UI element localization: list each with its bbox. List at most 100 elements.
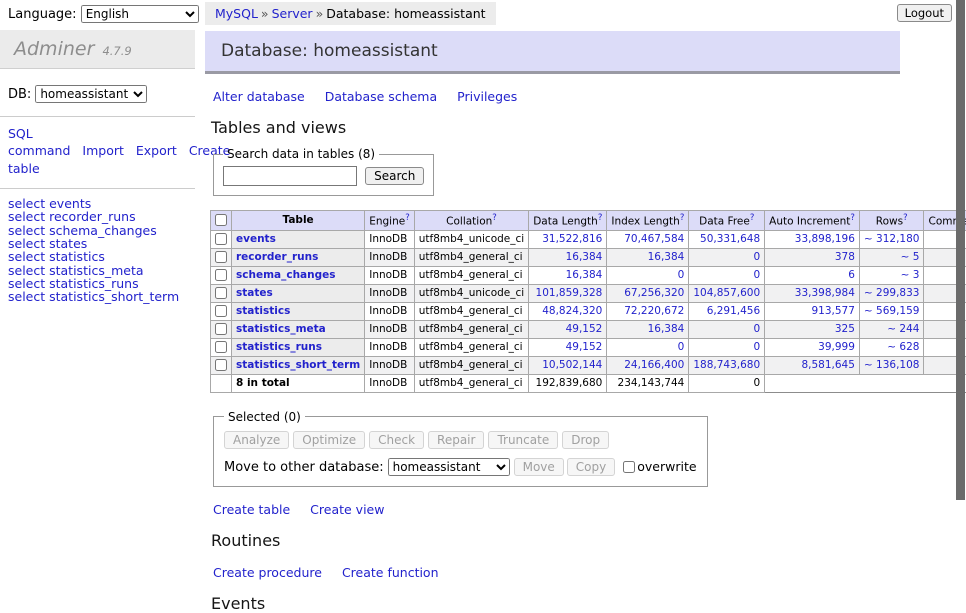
data-free-link[interactable]: 0 — [753, 251, 760, 263]
select-all-checkbox[interactable] — [215, 214, 227, 226]
sidebar-action-export[interactable]: Export — [136, 143, 177, 158]
engine-cell: InnoDB — [365, 356, 415, 374]
data-length-link[interactable]: 16,384 — [566, 251, 603, 263]
data-free-link[interactable]: 0 — [753, 269, 760, 281]
analyze-button[interactable]: Analyze — [224, 431, 289, 449]
drop-button[interactable]: Drop — [562, 431, 609, 449]
auto-increment-link[interactable]: 33,898,196 — [795, 233, 855, 245]
row-checkbox[interactable] — [215, 287, 227, 299]
data-free-link[interactable]: 104,857,600 — [693, 287, 760, 299]
repair-button[interactable]: Repair — [428, 431, 484, 449]
move-db-select[interactable]: homeassistant — [388, 458, 510, 476]
rows-estimate-link[interactable]: ~ 312,180 — [864, 233, 920, 245]
data-length-link[interactable]: 49,152 — [566, 341, 603, 353]
breadcrumb-mysql-link[interactable]: MySQL — [215, 6, 258, 21]
routine-create-procedure[interactable]: Create procedure — [213, 565, 322, 580]
index-length-link[interactable]: 16,384 — [648, 323, 685, 335]
auto-increment-link[interactable]: 39,999 — [818, 341, 855, 353]
auto-increment-link[interactable]: 8,581,645 — [801, 359, 854, 371]
db-action-alter-database[interactable]: Alter database — [213, 89, 305, 104]
rows-estimate-link[interactable]: ~ 244 — [887, 323, 919, 335]
auto-increment-cell: 325 — [765, 320, 860, 338]
table-link-statistics-short-term[interactable]: statistics_short_term — [236, 359, 360, 371]
row-checkbox[interactable] — [215, 251, 227, 263]
routines-links: Create procedure Create function — [213, 565, 905, 580]
auto-increment-link[interactable]: 325 — [835, 323, 855, 335]
table-link-schema-changes[interactable]: schema_changes — [236, 269, 336, 281]
row-checkbox[interactable] — [215, 233, 227, 245]
data-free-link[interactable]: 0 — [753, 341, 760, 353]
table-link-statistics-runs[interactable]: statistics_runs — [236, 341, 322, 353]
index-length-link[interactable]: 24,166,400 — [624, 359, 684, 371]
index-length-link[interactable]: 72,220,672 — [624, 305, 684, 317]
auto-increment-link[interactable]: 913,577 — [812, 305, 855, 317]
row-checkbox[interactable] — [215, 359, 227, 371]
sidebar-select-statistics-short-term[interactable]: select statistics_short_term — [8, 289, 179, 304]
data-free-link[interactable]: 50,331,648 — [700, 233, 760, 245]
db-action-privileges[interactable]: Privileges — [457, 89, 517, 104]
page-title: Database: homeassistant — [205, 31, 900, 74]
index-length-link[interactable]: 0 — [678, 341, 685, 353]
rows-estimate-link[interactable]: ~ 3 — [901, 269, 920, 281]
column-help-link[interactable]: ? — [903, 213, 908, 223]
rows-estimate-link[interactable]: ~ 299,833 — [864, 287, 920, 299]
index-length-link[interactable]: 67,256,320 — [624, 287, 684, 299]
move-button[interactable]: Move — [514, 458, 564, 476]
routine-create-function[interactable]: Create function — [342, 565, 439, 580]
move-row: Move to other database:homeassistantMove… — [224, 458, 697, 476]
rows-estimate-link[interactable]: ~ 628 — [887, 341, 919, 353]
data-free-link[interactable]: 6,291,456 — [707, 305, 760, 317]
row-checkbox[interactable] — [215, 269, 227, 281]
data-free-link[interactable]: 0 — [753, 323, 760, 335]
rows-estimate-link[interactable]: ~ 569,159 — [864, 305, 920, 317]
table-row: schema_changesInnoDButf8mb4_general_ci16… — [211, 266, 966, 284]
index-length-link[interactable]: 0 — [678, 269, 685, 281]
scrollbar[interactable] — [956, 0, 965, 543]
db-select[interactable]: homeassistant — [35, 85, 147, 103]
data-length-link[interactable]: 101,859,328 — [536, 287, 603, 299]
collation-cell: utf8mb4_general_ci — [414, 320, 528, 338]
column-help-link[interactable]: ? — [405, 213, 410, 223]
sidebar-action-sql-command[interactable]: SQL command — [8, 126, 70, 158]
table-link-statistics[interactable]: statistics — [236, 305, 290, 317]
data-free-link[interactable]: 188,743,680 — [693, 359, 760, 371]
index-length-link[interactable]: 16,384 — [648, 251, 685, 263]
create-create-view[interactable]: Create view — [310, 502, 384, 517]
column-help-link[interactable]: ? — [492, 213, 497, 223]
rows-estimate-link[interactable]: ~ 5 — [901, 251, 920, 263]
auto-increment-link[interactable]: 6 — [848, 269, 855, 281]
data-length-link[interactable]: 31,522,816 — [542, 233, 602, 245]
column-help-link[interactable]: ? — [750, 213, 755, 223]
row-checkbox[interactable] — [215, 323, 227, 335]
column-help-link[interactable]: ? — [680, 213, 685, 223]
search-input[interactable] — [223, 166, 357, 186]
overwrite-checkbox[interactable] — [623, 461, 635, 473]
scrollbar-thumb[interactable] — [956, 0, 965, 500]
table-link-statistics-meta[interactable]: statistics_meta — [236, 323, 326, 335]
sidebar-action-import[interactable]: Import — [82, 143, 124, 158]
table-link-states[interactable]: states — [236, 287, 273, 299]
rows-estimate-link[interactable]: ~ 136,108 — [864, 359, 920, 371]
auto-increment-cell: 33,398,984 — [765, 284, 860, 302]
data-length-link[interactable]: 10,502,144 — [542, 359, 602, 371]
breadcrumb-server-link[interactable]: Server — [272, 6, 313, 21]
column-help-link[interactable]: ? — [850, 213, 855, 223]
column-help-link[interactable]: ? — [598, 213, 603, 223]
db-action-database-schema[interactable]: Database schema — [325, 89, 437, 104]
data-length-link[interactable]: 49,152 — [566, 323, 603, 335]
auto-increment-link[interactable]: 33,398,984 — [795, 287, 855, 299]
create-create-table[interactable]: Create table — [213, 502, 290, 517]
search-button[interactable]: Search — [365, 167, 424, 185]
copy-button[interactable]: Copy — [567, 458, 615, 476]
table-link-events[interactable]: events — [236, 233, 276, 245]
index-length-link[interactable]: 70,467,584 — [624, 233, 684, 245]
optimize-button[interactable]: Optimize — [293, 431, 365, 449]
table-link-recorder-runs[interactable]: recorder_runs — [236, 251, 318, 263]
truncate-button[interactable]: Truncate — [488, 431, 558, 449]
row-checkbox[interactable] — [215, 341, 227, 353]
data-length-link[interactable]: 16,384 — [566, 269, 603, 281]
check-button[interactable]: Check — [369, 431, 424, 449]
row-checkbox[interactable] — [215, 305, 227, 317]
auto-increment-link[interactable]: 378 — [835, 251, 855, 263]
data-length-link[interactable]: 48,824,320 — [542, 305, 602, 317]
